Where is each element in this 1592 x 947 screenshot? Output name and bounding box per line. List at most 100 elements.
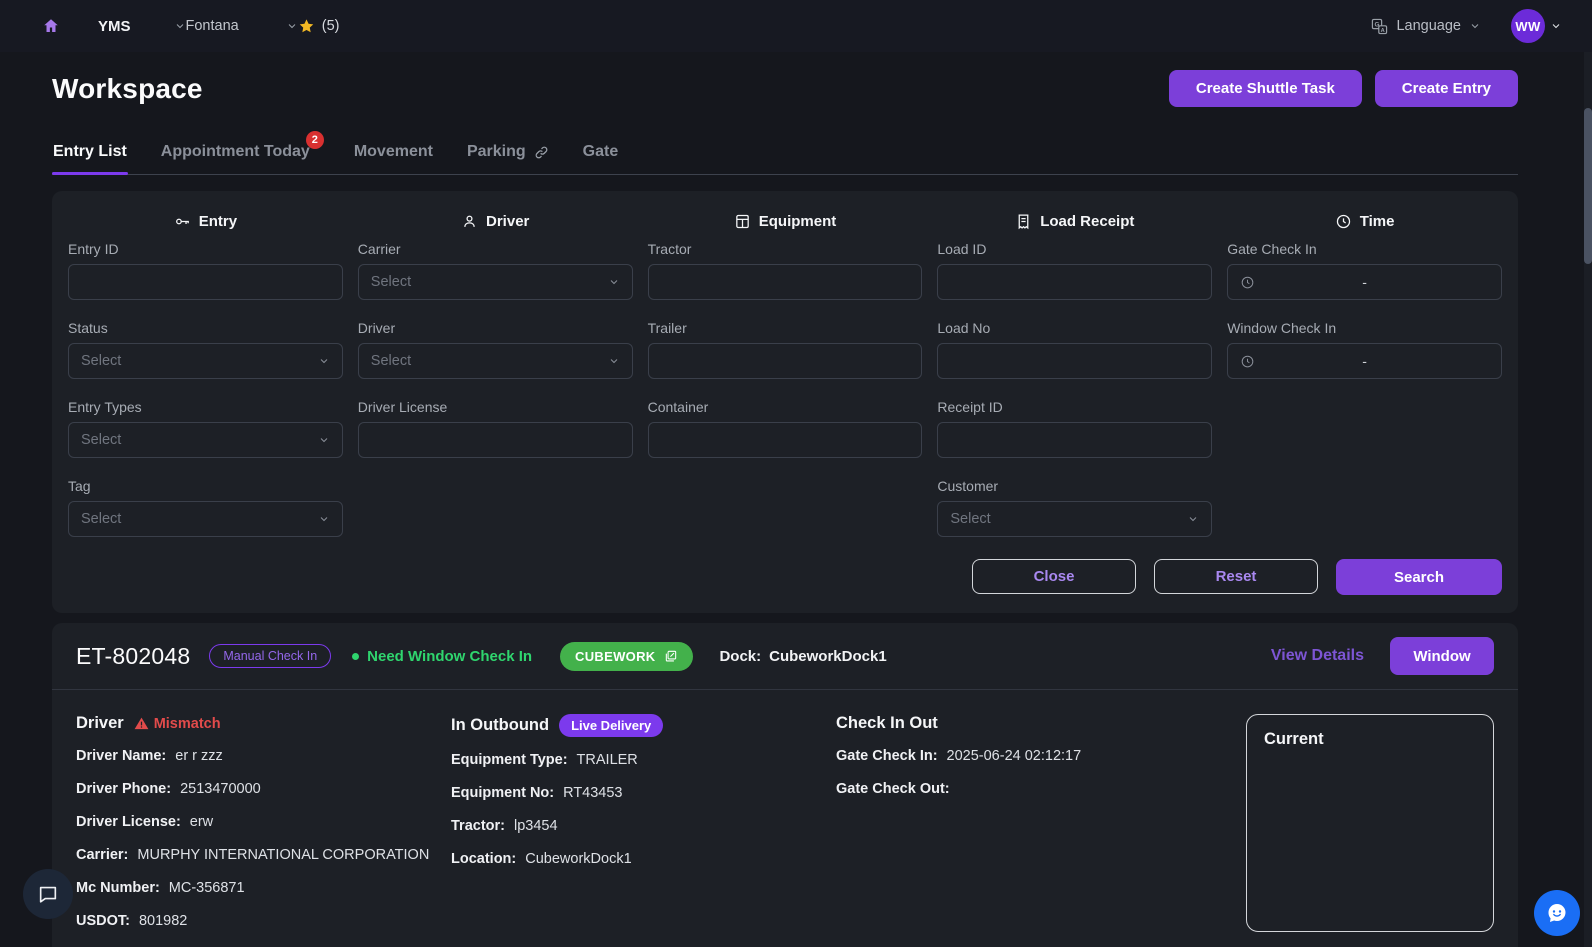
translate-icon: G A <box>1371 18 1388 35</box>
usdot-row: USDOT:801982 <box>76 913 451 929</box>
filter-group-driver: Driver <box>358 207 633 235</box>
workspace-tabs: Entry List Appointment Today 2 Movement … <box>52 134 1518 175</box>
entry-card: ET-802048 Manual Check In Need Window Ch… <box>52 623 1518 947</box>
driver-section-title: Driver <box>76 714 124 733</box>
chevron-down-icon <box>1469 20 1481 32</box>
gate-check-in-label: Gate Check In <box>1227 241 1502 257</box>
location-row: Location:CubeworkDock1 <box>451 851 836 867</box>
tab-movement-label: Movement <box>354 143 433 161</box>
create-shuttle-task-button[interactable]: Create Shuttle Task <box>1169 70 1362 107</box>
chevron-down-icon <box>1550 20 1562 32</box>
dock-info: Dock: CubeworkDock1 <box>719 648 886 665</box>
gate-check-out-row: Gate Check Out: <box>836 781 1226 797</box>
customer-select[interactable]: Select <box>937 501 1212 537</box>
load-no-label: Load No <box>937 320 1212 336</box>
container-input[interactable] <box>648 422 923 458</box>
search-button[interactable]: Search <box>1336 559 1502 595</box>
window-button[interactable]: Window <box>1390 637 1494 675</box>
tab-movement[interactable]: Movement <box>353 134 434 174</box>
entry-id-input[interactable] <box>68 264 343 300</box>
reset-button[interactable]: Reset <box>1154 559 1318 594</box>
warning-icon <box>134 716 149 731</box>
load-id-input[interactable] <box>937 264 1212 300</box>
status-select[interactable]: Select <box>68 343 343 379</box>
driver-select[interactable]: Select <box>358 343 633 379</box>
mismatch-warning: Mismatch <box>134 716 221 732</box>
entry-types-select[interactable]: Select <box>68 422 343 458</box>
home-button[interactable] <box>42 17 60 35</box>
tab-appointment-today[interactable]: Appointment Today 2 <box>160 134 311 174</box>
scrollbar-track[interactable] <box>1584 52 1592 947</box>
company-badge-button[interactable]: CUBEWORK <box>560 642 693 671</box>
carrier-row: Carrier:MURPHY INTERNATIONAL CORPORATION <box>76 847 451 863</box>
site-name: Fontana <box>186 18 239 34</box>
receipt-id-label: Receipt ID <box>937 399 1212 415</box>
favorites-count: (5) <box>322 18 340 34</box>
chat-bubble-icon <box>37 883 59 905</box>
tag-select[interactable]: Select <box>68 501 343 537</box>
feedback-chat-button[interactable] <box>23 869 73 919</box>
entry-id: ET-802048 <box>76 643 190 670</box>
chat-smiley-icon <box>1545 901 1569 925</box>
language-menu[interactable]: G A Language <box>1371 18 1481 35</box>
appointment-count-badge: 2 <box>306 131 324 149</box>
equipment-icon <box>734 213 751 230</box>
support-chat-widget-button[interactable] <box>1534 890 1580 936</box>
app-switcher[interactable]: YMS <box>98 18 186 35</box>
current-box: Current <box>1246 714 1494 932</box>
entry-card-body: Driver Mismatch Driver Name:er r zzz Dri… <box>52 690 1518 947</box>
chevron-down-icon <box>1187 513 1199 525</box>
tractor-input[interactable] <box>648 264 923 300</box>
trailer-input[interactable] <box>648 343 923 379</box>
tab-appointment-today-label: Appointment Today <box>161 143 310 161</box>
filter-column-entry: Entry Entry ID Status Select Entry Types <box>68 207 343 557</box>
chevron-down-icon <box>318 513 330 525</box>
receipt-id-input[interactable] <box>937 422 1212 458</box>
driver-section: Driver Mismatch Driver Name:er r zzz Dri… <box>76 714 451 946</box>
filter-column-time: Time Gate Check In - Window Check In <box>1227 207 1502 557</box>
entry-status: Need Window Check In <box>352 648 532 665</box>
receipt-icon <box>1015 213 1032 230</box>
tab-parking[interactable]: Parking <box>466 134 550 174</box>
gate-check-in-row: Gate Check In:2025-06-24 02:12:17 <box>836 748 1226 764</box>
driver-license-label: Driver License <box>358 399 633 415</box>
svg-text:A: A <box>1381 27 1385 33</box>
create-entry-button[interactable]: Create Entry <box>1375 70 1518 107</box>
driver-license-row: Driver License:erw <box>76 814 451 830</box>
current-box-title: Current <box>1264 730 1476 749</box>
app-name: YMS <box>98 18 131 35</box>
tab-entry-list-label: Entry List <box>53 143 127 161</box>
chevron-down-icon <box>318 434 330 446</box>
scrollbar-thumb[interactable] <box>1584 108 1592 264</box>
view-details-link[interactable]: View Details <box>1271 647 1364 665</box>
driver-license-input[interactable] <box>358 422 633 458</box>
load-no-input[interactable] <box>937 343 1212 379</box>
site-switcher[interactable]: Fontana <box>186 18 298 34</box>
filter-group-equipment: Equipment <box>648 207 923 235</box>
driver-name-row: Driver Name:er r zzz <box>76 748 451 764</box>
status-dot-icon <box>352 653 359 660</box>
driver-label: Driver <box>358 320 633 336</box>
key-icon <box>174 213 191 230</box>
star-icon <box>298 18 315 35</box>
tab-gate-label: Gate <box>583 143 619 161</box>
tab-gate[interactable]: Gate <box>582 134 620 174</box>
chevron-down-icon <box>608 355 620 367</box>
workspace-page: Workspace Create Shuttle Task Create Ent… <box>0 52 1592 947</box>
favorites[interactable]: (5) <box>298 18 340 35</box>
load-id-label: Load ID <box>937 241 1212 257</box>
carrier-select[interactable]: Select <box>358 264 633 300</box>
gate-check-in-range-picker[interactable]: - <box>1227 264 1502 300</box>
top-navbar: YMS Fontana (5) G A Language WW <box>0 0 1592 52</box>
carrier-label: Carrier <box>358 241 633 257</box>
filter-column-driver: Driver Carrier Select Driver Select <box>358 207 633 557</box>
window-check-in-range-picker[interactable]: - <box>1227 343 1502 379</box>
check-in-out-section: Check In Out Gate Check In:2025-06-24 02… <box>836 714 1226 946</box>
close-button[interactable]: Close <box>972 559 1136 594</box>
entry-types-label: Entry Types <box>68 399 343 415</box>
tab-entry-list[interactable]: Entry List <box>52 134 128 174</box>
clock-icon <box>1240 354 1255 369</box>
outbound-section-title: In Outbound <box>451 716 549 735</box>
trailer-label: Trailer <box>648 320 923 336</box>
user-menu[interactable]: WW <box>1511 9 1562 43</box>
